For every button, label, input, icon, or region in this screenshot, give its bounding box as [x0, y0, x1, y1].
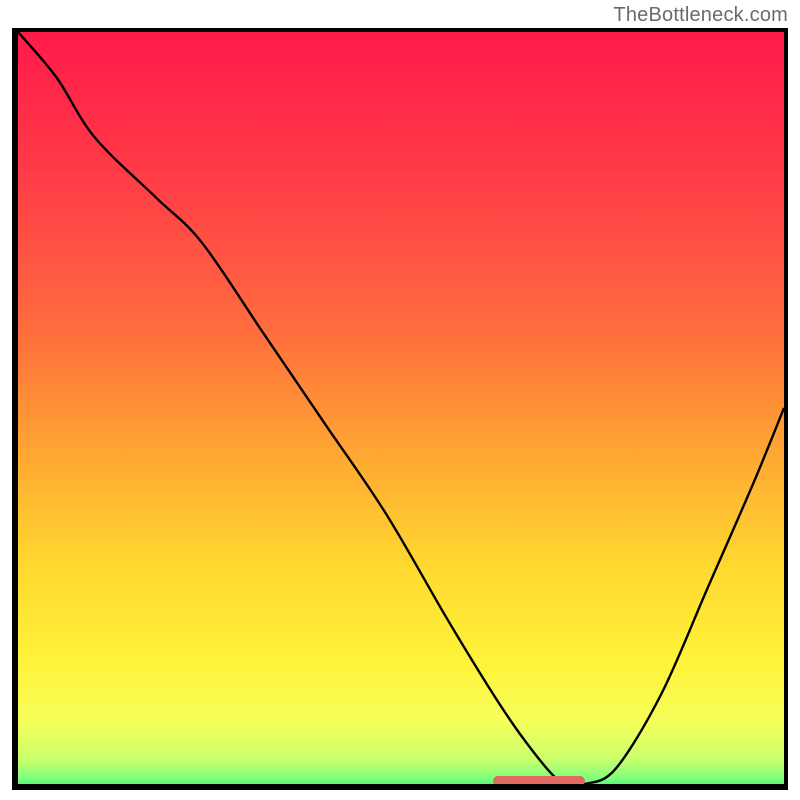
chart-frame — [12, 28, 788, 790]
chart-minimum-marker — [493, 776, 585, 786]
watermark-text: TheBottleneck.com — [613, 4, 788, 27]
chart-curve — [18, 32, 784, 784]
chart-plot-area — [18, 32, 784, 784]
